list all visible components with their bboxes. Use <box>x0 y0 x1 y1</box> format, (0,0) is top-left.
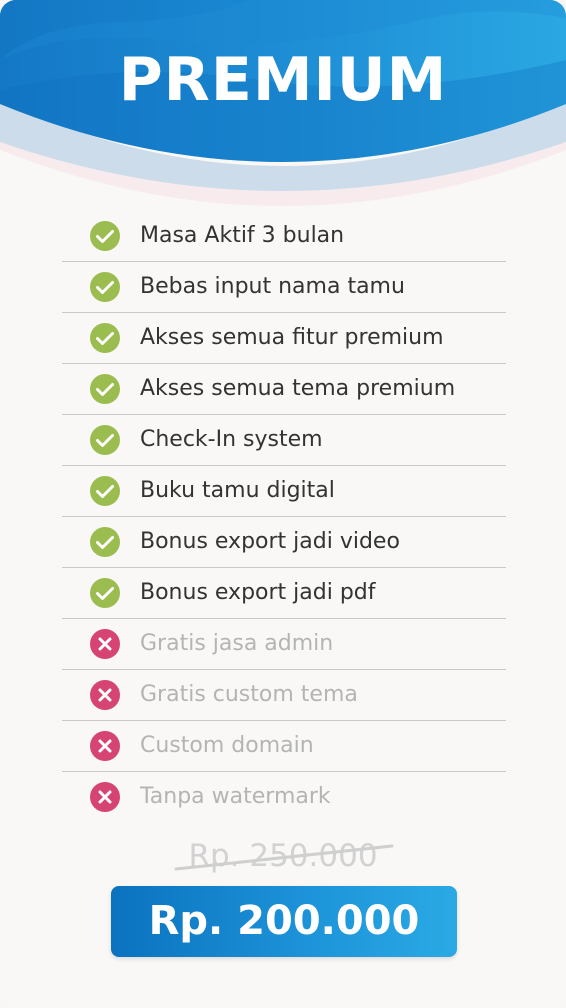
feature-item-excluded: Tanpa watermark <box>62 772 506 822</box>
feature-label: Tanpa watermark <box>140 784 331 809</box>
x-circle-icon <box>90 731 120 761</box>
check-circle-icon <box>90 425 120 455</box>
feature-item: Bonus export jadi video <box>62 517 506 568</box>
feature-label: Masa Aktif 3 bulan <box>140 223 345 248</box>
feature-label: Bonus export jadi video <box>140 529 400 554</box>
feature-item: Bonus export jadi pdf <box>62 568 506 619</box>
feature-item-excluded: Custom domain <box>62 721 506 772</box>
feature-item-excluded: Gratis custom tema <box>62 670 506 721</box>
feature-item-excluded: Gratis jasa admin <box>62 619 506 670</box>
feature-list: Masa Aktif 3 bulan Bebas input nama tamu… <box>62 211 506 822</box>
x-circle-icon <box>90 629 120 659</box>
price-button[interactable]: Rp. 200.000 <box>111 886 457 957</box>
feature-label: Custom domain <box>140 733 314 758</box>
feature-label: Akses semua tema premium <box>140 376 456 401</box>
x-circle-icon <box>90 680 120 710</box>
feature-label: Check-In system <box>140 427 323 452</box>
feature-label: Bebas input nama tamu <box>140 274 405 299</box>
feature-label: Gratis custom tema <box>140 682 358 707</box>
check-circle-icon <box>90 323 120 353</box>
feature-item: Masa Aktif 3 bulan <box>62 211 506 262</box>
feature-item: Bebas input nama tamu <box>62 262 506 313</box>
check-circle-icon <box>90 578 120 608</box>
strikethrough-line <box>174 844 394 871</box>
check-circle-icon <box>90 374 120 404</box>
check-circle-icon <box>90 527 120 557</box>
feature-label: Bonus export jadi pdf <box>140 580 376 605</box>
check-circle-icon <box>90 272 120 302</box>
check-circle-icon <box>90 221 120 251</box>
feature-item: Akses semua tema premium <box>62 364 506 415</box>
x-circle-icon <box>90 782 120 812</box>
feature-label: Gratis jasa admin <box>140 631 334 656</box>
feature-label: Buku tamu digital <box>140 478 335 503</box>
feature-label: Akses semua fitur premium <box>140 325 444 350</box>
pricing-card: PREMIUM Masa Aktif 3 bulan Bebas input n… <box>0 0 566 1008</box>
feature-item: Check-In system <box>62 415 506 466</box>
price-label: Rp. 200.000 <box>148 898 420 944</box>
feature-item: Buku tamu digital <box>62 466 506 517</box>
plan-title: PREMIUM <box>118 45 448 115</box>
check-circle-icon <box>90 476 120 506</box>
feature-item: Akses semua fitur premium <box>62 313 506 364</box>
